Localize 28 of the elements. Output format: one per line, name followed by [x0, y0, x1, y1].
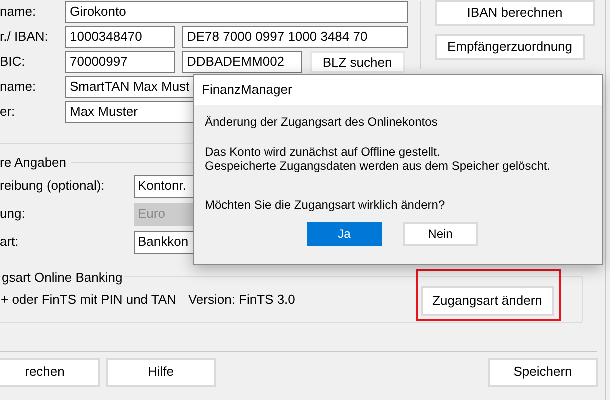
- change-access-button[interactable]: Zugangsart ändern: [421, 286, 554, 316]
- text-field[interactable]: DDBADEMM002: [182, 51, 302, 73]
- field-label: art:: [0, 233, 20, 252]
- dialog-button[interactable]: Ja: [307, 222, 382, 246]
- text-field[interactable]: DE78 7000 0997 1000 3484 70: [182, 26, 408, 48]
- search-button[interactable]: BLZ suchen: [310, 51, 405, 73]
- dialog-heading: Änderung der Zugangsart des Onlinekontos: [205, 115, 439, 129]
- footer-button[interactable]: Speichern: [488, 358, 598, 386]
- field-label: BIC:: [0, 53, 26, 72]
- footer-button[interactable]: Hilfe: [106, 358, 216, 386]
- access-method-text: + oder FinTS mit PIN und TAN: [1, 290, 176, 308]
- field-label: name:: [0, 78, 38, 96]
- field-label: r./ IBAN:: [0, 28, 50, 46]
- field-label: reibung (optional):: [0, 177, 106, 196]
- field-label: ung:: [0, 205, 26, 224]
- side-button[interactable]: Empfängerzuordnung: [435, 34, 585, 60]
- dialog-title: FinanzManager: [202, 81, 292, 100]
- side-button[interactable]: IBAN berechnen: [435, 0, 595, 26]
- group-title: re Angaben: [0, 154, 67, 172]
- text-field[interactable]: 70000997: [65, 51, 175, 73]
- field-label: er:: [0, 103, 16, 122]
- text-field[interactable]: Girokonto: [65, 1, 408, 23]
- dialog-message: Das Konto wird zunächst auf Offline gestellt. Gespeicherte Zugangsdaten werden aus dem Speicher gelöscht.: [205, 145, 552, 173]
- field-label: name:: [0, 3, 38, 22]
- dialog-button[interactable]: Nein: [403, 222, 478, 246]
- version-text: Version: FinTS 3.0: [188, 290, 296, 308]
- text-field[interactable]: 1000348470: [65, 26, 175, 48]
- footer-button[interactable]: rechen: [0, 358, 100, 386]
